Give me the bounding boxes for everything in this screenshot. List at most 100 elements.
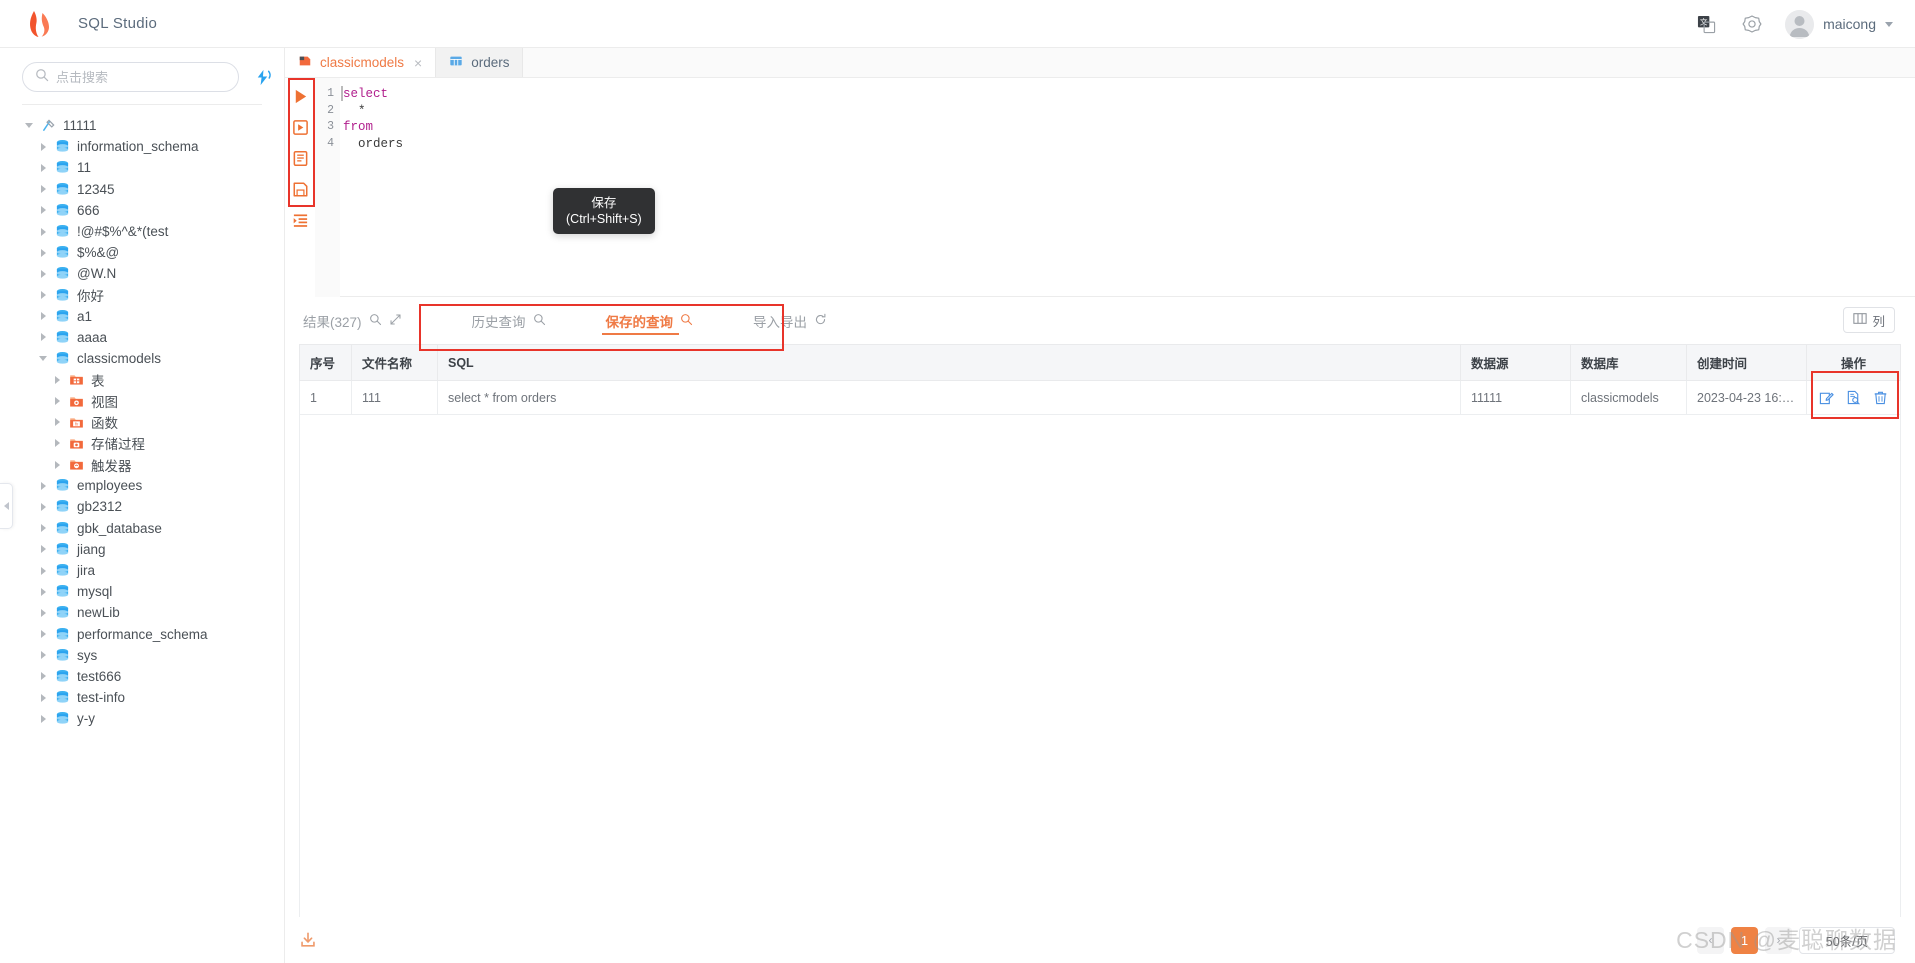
tree-node-[interactable]: 你好 <box>0 285 284 306</box>
tree-node-jira[interactable]: jira <box>0 560 284 581</box>
tree-caret-icon[interactable] <box>36 140 50 154</box>
tree-caret-icon[interactable] <box>36 712 50 726</box>
tree-caret-icon[interactable] <box>50 458 64 472</box>
result-tab-0[interactable]: 结果(327) <box>299 297 406 344</box>
tree-node-[interactable]: 触发器 <box>0 454 284 475</box>
cell-actions[interactable] <box>1806 380 1901 415</box>
sql-editor[interactable]: 1234 select * from orders 保存 (Ctrl+Shift+… <box>285 78 1915 297</box>
search-icon[interactable] <box>680 313 693 329</box>
gear-icon[interactable] <box>1739 11 1765 37</box>
tree-node-test[interactable]: !@#$%^&*(test <box>0 221 284 242</box>
tree-caret-icon[interactable] <box>36 288 50 302</box>
prev-page-button[interactable]: ‹ <box>1697 926 1724 954</box>
close-icon[interactable]: × <box>414 55 422 71</box>
tree-caret-icon[interactable] <box>36 500 50 514</box>
tree-node-employees[interactable]: employees <box>0 475 284 496</box>
tree-node-test666[interactable]: test666 <box>0 666 284 687</box>
editor-toolbar[interactable] <box>285 78 315 297</box>
tree-node-666[interactable]: 666 <box>0 200 284 221</box>
tree-caret-icon[interactable] <box>36 479 50 493</box>
tree-node-performance_schema[interactable]: performance_schema <box>0 624 284 645</box>
tree-node-jiang[interactable]: jiang <box>0 539 284 560</box>
tree-node-gbk_database[interactable]: gbk_database <box>0 518 284 539</box>
tree-node-newlib[interactable]: newLib <box>0 602 284 623</box>
pagination[interactable]: ‹ 1 › 50条/页 <box>1697 926 1895 954</box>
tree-node-[interactable]: 表 <box>0 369 284 390</box>
table-body[interactable]: 1 111 select * from orders 11111 classicmode… <box>299 380 1901 415</box>
tree-caret-icon[interactable] <box>36 585 50 599</box>
columns-button[interactable]: 列 <box>1843 307 1895 333</box>
save-button[interactable] <box>290 179 310 199</box>
explain-button[interactable] <box>290 148 310 168</box>
tree-node-wn[interactable]: @W.N <box>0 263 284 284</box>
result-tab-1[interactable]: 历史查询 <box>468 297 550 344</box>
tree-node-11[interactable]: 11 <box>0 157 284 178</box>
tree-caret-icon[interactable] <box>36 225 50 239</box>
delete-icon[interactable] <box>1873 390 1888 405</box>
tree-caret-icon[interactable] <box>36 669 50 683</box>
result-tab-3[interactable]: 导入导出 <box>749 297 831 344</box>
tree-caret-icon[interactable] <box>36 648 50 662</box>
tree-node-12345[interactable]: 12345 <box>0 179 284 200</box>
refresh-icon[interactable] <box>814 313 827 329</box>
download-icon[interactable] <box>299 931 317 949</box>
format-button[interactable] <box>290 210 310 230</box>
tree-caret-icon[interactable] <box>36 161 50 175</box>
tree-caret-icon[interactable] <box>36 691 50 705</box>
sidebar-collapse-handle[interactable] <box>0 483 13 529</box>
page-1-button[interactable]: 1 <box>1731 926 1758 954</box>
page-size-select[interactable]: 50条/页 <box>1799 926 1895 954</box>
tree-node-test-info[interactable]: test-info <box>0 687 284 708</box>
tree-caret-icon[interactable] <box>36 564 50 578</box>
search-input[interactable] <box>56 69 226 85</box>
tree-caret-icon[interactable] <box>36 246 50 260</box>
tree-caret-icon[interactable] <box>36 309 50 323</box>
tree-caret-icon[interactable] <box>50 373 64 387</box>
tree-caret-icon[interactable] <box>36 606 50 620</box>
tree-node-11111[interactable]: 11111 <box>0 115 284 136</box>
database-tree[interactable]: 11111 information_schema 11 12345 666 !@#$%^&… <box>0 105 284 950</box>
tree-caret-icon[interactable] <box>36 330 50 344</box>
tree-node-[interactable]: fx 函数 <box>0 412 284 433</box>
tree-caret-icon[interactable] <box>50 394 64 408</box>
expand-icon[interactable] <box>389 313 402 329</box>
result-tab-bar[interactable]: 结果(327) 历史查询 保存的查询 导入导出 <box>285 297 1915 344</box>
tree-caret-icon[interactable] <box>36 627 50 641</box>
tree-node-aaaa[interactable]: aaaa <box>0 327 284 348</box>
editor-tab-classicmodels[interactable]: classicmodels × <box>285 48 437 77</box>
tree-caret-icon[interactable] <box>36 182 50 196</box>
edit-icon[interactable] <box>1819 390 1834 405</box>
tree-node-y-y[interactable]: y-y <box>0 708 284 729</box>
tree-caret-icon[interactable] <box>22 119 36 133</box>
run-current-button[interactable] <box>290 117 310 137</box>
user-menu[interactable]: maicong <box>1785 9 1893 39</box>
run-button[interactable] <box>290 86 310 106</box>
tree-node-information_schema[interactable]: information_schema <box>0 136 284 157</box>
table-row[interactable]: 1 111 select * from orders 11111 classicmode… <box>299 380 1901 415</box>
translate-icon[interactable]: 文 <box>1693 11 1719 37</box>
tree-node-sys[interactable]: sys <box>0 645 284 666</box>
result-tab-2[interactable]: 保存的查询 <box>601 297 698 344</box>
tree-node-[interactable]: $%&@ <box>0 242 284 263</box>
tree-caret-icon[interactable] <box>36 352 50 366</box>
tree-caret-icon[interactable] <box>50 415 64 429</box>
tree-node-a1[interactable]: a1 <box>0 306 284 327</box>
editor-tab-orders[interactable]: orders <box>436 48 524 77</box>
tree-caret-icon[interactable] <box>36 521 50 535</box>
next-page-button[interactable]: › <box>1765 926 1792 954</box>
preview-icon[interactable] <box>1846 390 1861 405</box>
tree-caret-icon[interactable] <box>36 203 50 217</box>
refresh-icon[interactable] <box>253 68 272 87</box>
search-icon[interactable] <box>533 313 546 329</box>
tree-node-[interactable]: 视图 <box>0 390 284 411</box>
tree-caret-icon[interactable] <box>50 436 64 450</box>
search-icon[interactable] <box>369 313 382 329</box>
search-box[interactable] <box>22 62 239 92</box>
tree-node-[interactable]: 存储过程 <box>0 433 284 454</box>
tree-node-mysql[interactable]: mysql <box>0 581 284 602</box>
tree-caret-icon[interactable] <box>36 267 50 281</box>
tree-node-classicmodels[interactable]: classicmodels <box>0 348 284 369</box>
tree-node-gb2312[interactable]: gb2312 <box>0 496 284 517</box>
editor-tab-bar[interactable]: classicmodels × orders <box>285 48 1915 78</box>
tree-caret-icon[interactable] <box>36 542 50 556</box>
